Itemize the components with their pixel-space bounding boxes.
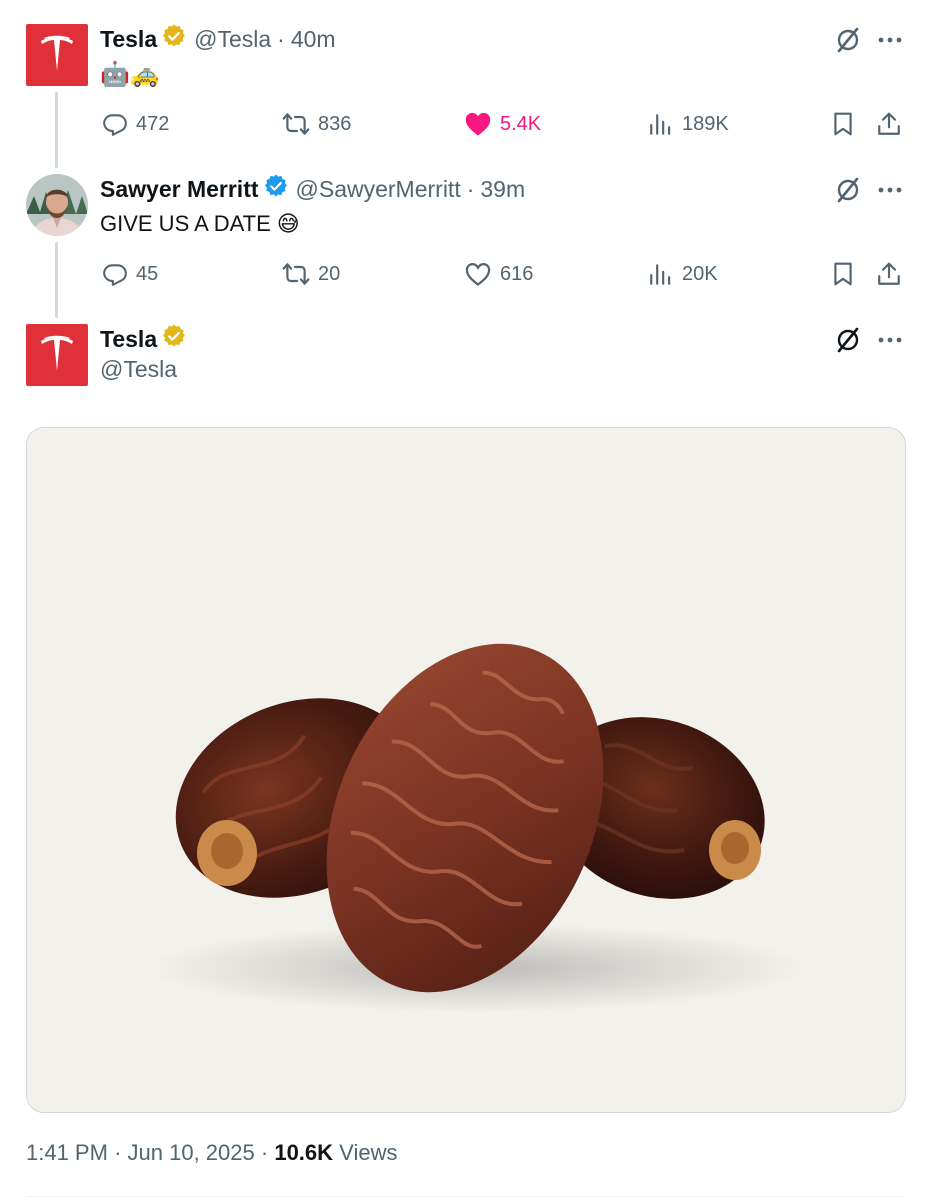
grok-icon <box>837 27 859 53</box>
author-name[interactable]: Tesla <box>100 326 157 353</box>
reply-button[interactable]: 45 <box>102 257 158 291</box>
reply-icon <box>103 114 127 136</box>
dot-separator: · <box>466 175 475 202</box>
verified-badge-icon <box>162 24 186 54</box>
bookmark-icon <box>834 262 852 286</box>
divider <box>26 1196 904 1197</box>
reply-count: 472 <box>136 112 170 135</box>
thread-line <box>55 92 58 168</box>
views-icon <box>650 264 671 285</box>
bookmark-icon <box>834 112 852 136</box>
share-icon <box>878 112 900 135</box>
tweet-actions: 45 20 616 20K <box>100 257 905 291</box>
like-button[interactable]: 5.4K <box>464 107 541 141</box>
like-count: 616 <box>500 262 534 285</box>
dot-separator: · <box>260 1140 269 1165</box>
author-handle[interactable]: @Tesla <box>194 26 271 53</box>
grok-icon <box>837 327 859 353</box>
tesla-avatar[interactable] <box>26 324 88 386</box>
more-button[interactable] <box>876 26 904 54</box>
views-button[interactable]: 189K <box>648 107 729 141</box>
views-total: 10.6K <box>274 1140 334 1165</box>
repost-button[interactable]: 836 <box>282 107 351 141</box>
views-count: 20K <box>682 262 718 285</box>
reply-count: 45 <box>136 262 159 285</box>
author-name[interactable]: Tesla <box>100 26 157 53</box>
author-handle[interactable]: @Tesla <box>100 356 177 383</box>
tweet-text-body: GIVE US A DATE <box>100 211 271 236</box>
views-label: Views <box>339 1140 398 1165</box>
views-count: 189K <box>682 112 729 135</box>
dot-separator: · <box>277 25 285 52</box>
reply-button[interactable]: 472 <box>102 107 169 141</box>
repost-count: 836 <box>318 112 352 135</box>
grok-icon <box>837 177 859 203</box>
more-icon <box>878 37 902 43</box>
repost-count: 20 <box>318 262 341 285</box>
tweet-header: Tesla @Tesla · 40m <box>100 24 336 54</box>
share-button[interactable] <box>876 257 902 291</box>
grok-button[interactable] <box>834 326 862 354</box>
verified-badge-icon <box>264 174 288 204</box>
bookmark-button[interactable] <box>830 257 856 291</box>
bookmark-button[interactable] <box>830 107 856 141</box>
sweat-smile-emoji: 😅 <box>276 211 300 236</box>
thread-line <box>55 242 58 318</box>
tweet-media-image[interactable] <box>26 427 906 1113</box>
share-icon <box>878 262 900 285</box>
tesla-avatar[interactable] <box>26 24 88 86</box>
more-button[interactable] <box>876 176 904 204</box>
post-time[interactable]: 1:41 PM <box>26 1140 108 1165</box>
timestamp[interactable]: 40m <box>291 26 336 53</box>
reply-icon <box>103 264 127 286</box>
dates-photo <box>27 428 905 1112</box>
tweet-timestamp-footer: 1:41 PM · Jun 10, 2025 · 10.6K Views <box>26 1140 397 1166</box>
tesla-logo-icon <box>41 35 73 71</box>
verified-badge-icon <box>162 324 186 354</box>
dot-separator: · <box>114 1140 122 1165</box>
repost-icon <box>282 263 310 285</box>
more-icon <box>878 337 902 343</box>
views-button[interactable]: 20K <box>648 257 718 291</box>
grok-button[interactable] <box>834 26 862 54</box>
share-button[interactable] <box>876 107 902 141</box>
like-button[interactable]: 616 <box>464 257 533 291</box>
more-icon <box>878 187 902 193</box>
tweet-actions: 472 836 5.4K 189K <box>100 107 905 141</box>
like-icon <box>465 112 491 136</box>
tweet-header: Tesla <box>100 324 194 354</box>
tweet-text: GIVE US A DATE 😅 <box>100 208 300 240</box>
views-icon <box>650 114 671 135</box>
timestamp[interactable]: 39m <box>480 176 525 203</box>
tesla-logo-icon <box>41 335 73 371</box>
post-date[interactable]: Jun 10, 2025 <box>128 1140 255 1165</box>
tweet-header: Sawyer Merritt @SawyerMerritt · 39m <box>100 174 525 204</box>
like-icon <box>465 262 491 286</box>
sawyer-avatar[interactable] <box>26 174 88 236</box>
grok-button[interactable] <box>834 176 862 204</box>
author-handle[interactable]: @SawyerMerritt <box>296 176 461 203</box>
author-name[interactable]: Sawyer Merritt <box>100 176 259 203</box>
tweet-text: 🤖🚕 <box>100 60 160 88</box>
repost-button[interactable]: 20 <box>282 257 340 291</box>
more-button[interactable] <box>876 326 904 354</box>
like-count: 5.4K <box>500 112 542 135</box>
repost-icon <box>282 113 310 135</box>
person-avatar-image <box>26 174 88 236</box>
